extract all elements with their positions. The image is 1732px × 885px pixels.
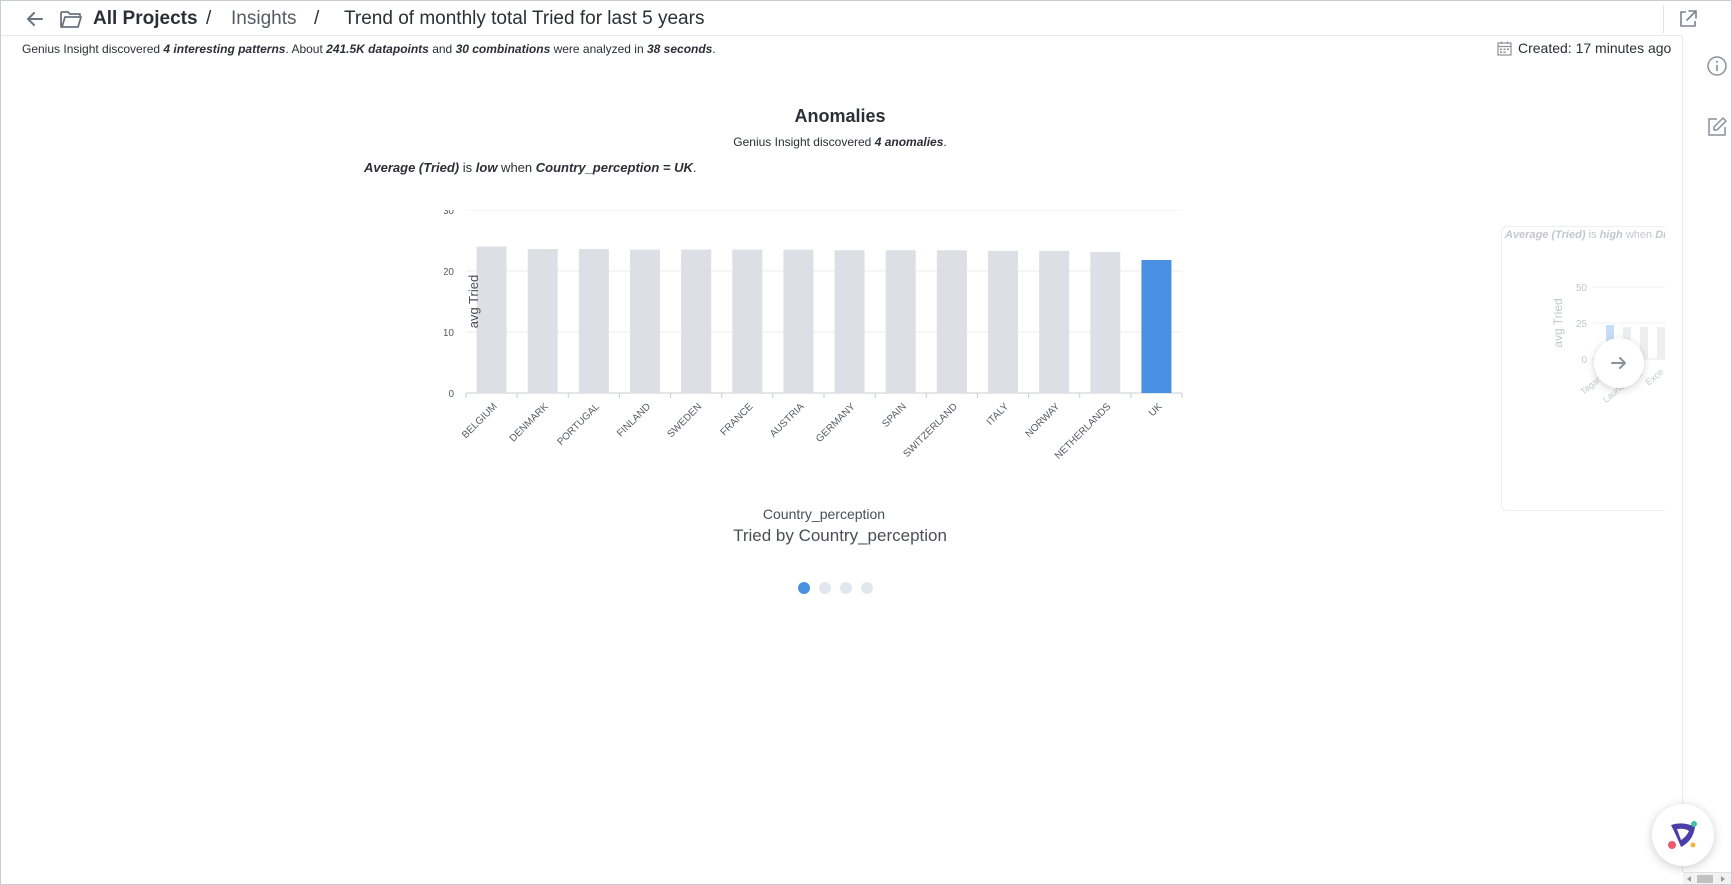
divider [1663,5,1664,33]
horizontal-scrollbar[interactable] [1683,872,1731,884]
edit-icon[interactable] [1706,116,1728,138]
chart-bar [834,250,865,393]
page-title: Trend of monthly total Tried for last 5 … [344,8,705,29]
chart-bar [1039,250,1070,393]
x-tick-label: SWITZERLAND [902,401,960,459]
analysis-duration: 38 seconds [646,42,713,56]
carousel-dot[interactable] [861,582,873,594]
x-tick-label: AUSTRIA [768,401,807,440]
side-rail-divider [1682,36,1683,872]
carousel-dot[interactable] [798,582,810,594]
assistant-logo-icon [1668,821,1697,849]
preview-ytick: 0 [1581,355,1587,366]
preview-bar [1657,327,1665,359]
x-tick-label: FINLAND [615,401,653,439]
x-tick-label: UK [1147,401,1165,419]
y-tick-label: 20 [444,267,454,278]
insight-subtitle: Genius Insight discovered 4 anomalies. [600,135,1080,149]
carousel-pagination [798,582,873,594]
chart-bar [885,250,916,393]
x-tick-label: PORTUGAL [555,401,602,448]
insight-title: Anomalies [794,106,886,126]
subtitle-text: Genius Insight discovered [733,135,875,149]
pattern-statement: Average (Tried) is low when Country_perc… [364,160,696,175]
top-bar: All Projects / Insights / Trend of month… [1,1,1697,36]
breadcrumb-all-projects[interactable]: All Projects [93,8,198,30]
scrollbar-thumb[interactable] [1697,875,1713,883]
calendar-icon [1497,41,1512,56]
x-tick-label: GERMANY [814,401,858,445]
scroll-left-icon[interactable] [1685,875,1693,883]
pattern-measure: Average (Tried) [364,160,460,175]
assistant-button[interactable] [1652,804,1714,866]
carousel-dot[interactable] [819,582,831,594]
summary-text: were analyzed in [550,42,647,56]
summary-text: . About [285,42,327,56]
summary-text: Genius Insight discovered [22,42,164,56]
x-tick-label: SPAIN [880,401,908,429]
summary-text: and [428,42,456,56]
scroll-right-icon[interactable] [1719,875,1727,883]
combinations-count: 30 combinations [455,42,551,56]
x-tick-label: DENMARK [508,401,551,444]
share-icon[interactable] [1677,8,1699,30]
y-tick-label: 10 [444,328,454,339]
chart-bar [476,246,507,393]
created-label: Created: 17 minutes ago [1518,40,1672,56]
pattern-level: low [475,160,498,175]
preview-xtick: Exce [1644,367,1665,388]
x-tick-label: FRANCE [719,401,756,438]
patterns-count: 4 interesting patterns [163,42,286,56]
folder-icon[interactable] [59,8,83,30]
x-tick-label: ITALY [985,401,1012,428]
x-tick-label: NETHERLANDS [1053,401,1114,462]
chart-bar [1090,252,1121,393]
back-arrow-icon[interactable] [23,7,47,31]
preview-ytick: 25 [1576,319,1588,330]
y-tick-label: 30 [444,210,454,217]
chart-bar [578,249,609,393]
chart-bar [1141,260,1172,393]
x-tick-label: NORWAY [1024,401,1063,440]
breadcrumb-insights[interactable]: Insights [231,8,296,30]
chart-bar [527,249,558,393]
chart-bar [783,249,814,393]
info-icon[interactable] [1706,55,1728,77]
breadcrumb-separator: / [206,8,212,29]
chart-bar [681,249,712,393]
x-axis-label: Country_perception [763,506,885,522]
anomalies-count: 4 anomalies [874,135,944,149]
x-tick-label: BELGIUM [460,401,500,441]
chart-bar [988,250,1018,393]
y-tick-label: 0 [448,389,454,400]
pattern-text: when [497,160,536,175]
arrow-right-icon [1611,357,1626,369]
x-tick-label: SWEDEN [665,401,704,440]
chart-bar [630,249,660,393]
subtitle-text: . [943,135,947,149]
chart-caption: Tried by Country_perception [733,526,947,545]
datapoints-count: 241.5K datapoints [326,42,429,56]
breadcrumb-separator: / [314,8,320,29]
pattern-text: . [692,160,697,175]
created-info: Created: 17 minutes ago [1497,39,1671,57]
analysis-summary: Genius Insight discovered 4 interesting … [22,41,716,57]
preview-y-axis-label: avg Tried [1551,298,1565,347]
chart-bar [732,249,763,393]
preview-ytick: 50 [1576,283,1588,294]
next-insight-button[interactable] [1594,338,1644,388]
summary-text: . [712,42,716,56]
pattern-text: is [459,160,476,175]
carousel-dot[interactable] [840,582,852,594]
pattern-condition: Country_perception = UK [535,160,693,175]
bar-chart: 0 10 20 30 BELGIUM DENMARK PORTUGAL FINLAND SWED… [444,210,1183,522]
chart-bar [936,250,967,393]
y-axis-label: avg Tried [466,275,481,328]
